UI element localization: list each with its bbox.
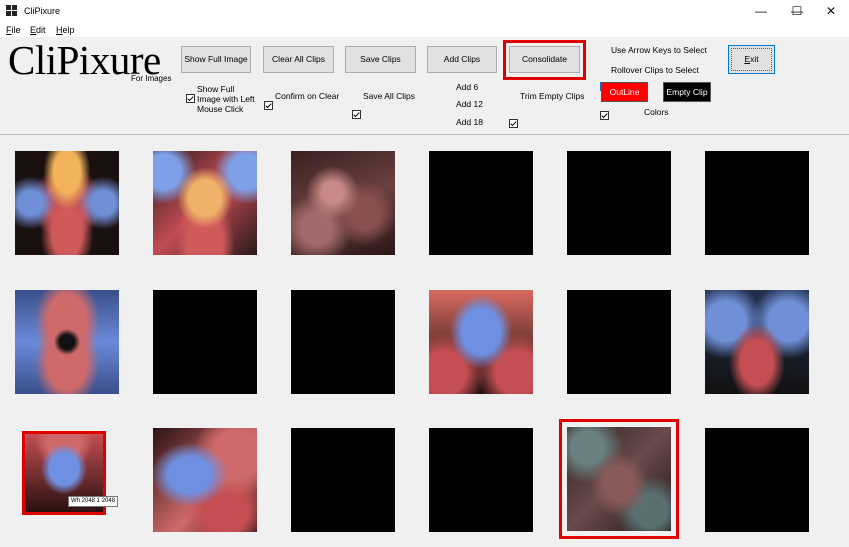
add-clips-button[interactable]: Add Clips: [427, 46, 497, 73]
confirm-on-clear-checkbox[interactable]: [264, 101, 273, 110]
add-12-label: Add 12: [456, 99, 483, 109]
show-full-left-click-checkbox[interactable]: [186, 94, 195, 103]
trim-empty-clips-label: Trim Empty Clips: [520, 91, 585, 101]
rollover-clips-checkbox[interactable]: [600, 111, 609, 120]
trim-empty-clips-checkbox[interactable]: [509, 119, 518, 128]
menu-bar: [0, 22, 849, 37]
clip-tile[interactable]: [291, 151, 395, 255]
clip-tile-empty[interactable]: [705, 151, 809, 255]
clip-tile-empty[interactable]: [567, 290, 671, 394]
menu-file[interactable]: File: [6, 25, 21, 35]
clip-tile[interactable]: [15, 290, 119, 394]
clip-tile[interactable]: [153, 151, 257, 255]
save-all-clips-checkbox[interactable]: [352, 110, 361, 119]
confirm-on-clear-label: Confirm on Clear: [275, 91, 340, 101]
rollover-clips-label: Rollover Clips to Select: [611, 65, 699, 75]
window-title: CliPixure: [24, 6, 61, 16]
selected-clip-outline: [559, 419, 679, 539]
clip-tile[interactable]: [153, 428, 257, 532]
clip-caption: Add Im 200: [156, 429, 180, 434]
empty-clip-color-button[interactable]: Empty Clip: [663, 82, 711, 102]
clip-tile-empty[interactable]: [705, 428, 809, 532]
colors-caption: Colors: [644, 107, 669, 117]
consolidate-button[interactable]: Consolidate: [509, 46, 580, 73]
menu-help[interactable]: Help: [56, 25, 75, 35]
title-bar: [0, 0, 849, 22]
save-clips-button[interactable]: Save Clips: [345, 46, 416, 73]
add-18-label: Add 18: [456, 117, 483, 127]
clip-tile-empty[interactable]: [429, 151, 533, 255]
logo-subtitle: For Images: [131, 74, 172, 83]
minimize-icon-glyph[interactable]: —: [745, 0, 777, 22]
clip-tile-empty[interactable]: [567, 151, 671, 255]
outline-color-button[interactable]: OutLine: [601, 82, 648, 102]
exit-button[interactable]: Exit: [728, 45, 775, 74]
clip-tile-empty[interactable]: [153, 290, 257, 394]
add-6-label: Add 6: [456, 82, 479, 92]
close-icon[interactable]: ✕: [815, 0, 847, 22]
clip-tile[interactable]: [429, 290, 533, 394]
clip-tile[interactable]: [15, 151, 119, 255]
maximize-icon[interactable]: ☐: [781, 0, 813, 22]
use-arrow-keys-label: Use Arrow Keys to Select: [611, 45, 707, 55]
clip-tile[interactable]: [705, 290, 809, 394]
save-all-clips-label: Save All Clips: [363, 91, 415, 101]
menu-edit[interactable]: Edit: [30, 25, 46, 35]
show-full-image-button[interactable]: Show Full Image: [181, 46, 251, 73]
clip-tile-empty[interactable]: [291, 428, 395, 532]
clip-size-tooltip: Wh 2048 1 2048: [68, 496, 119, 507]
app-icon: [6, 5, 17, 16]
clip-tile-empty[interactable]: [429, 428, 533, 532]
show-full-left-click-label: Show Full Image with Left Mouse Click: [197, 84, 255, 114]
clip-tile-empty[interactable]: [291, 290, 395, 394]
clear-all-clips-button[interactable]: Clear All Clips: [263, 46, 334, 73]
